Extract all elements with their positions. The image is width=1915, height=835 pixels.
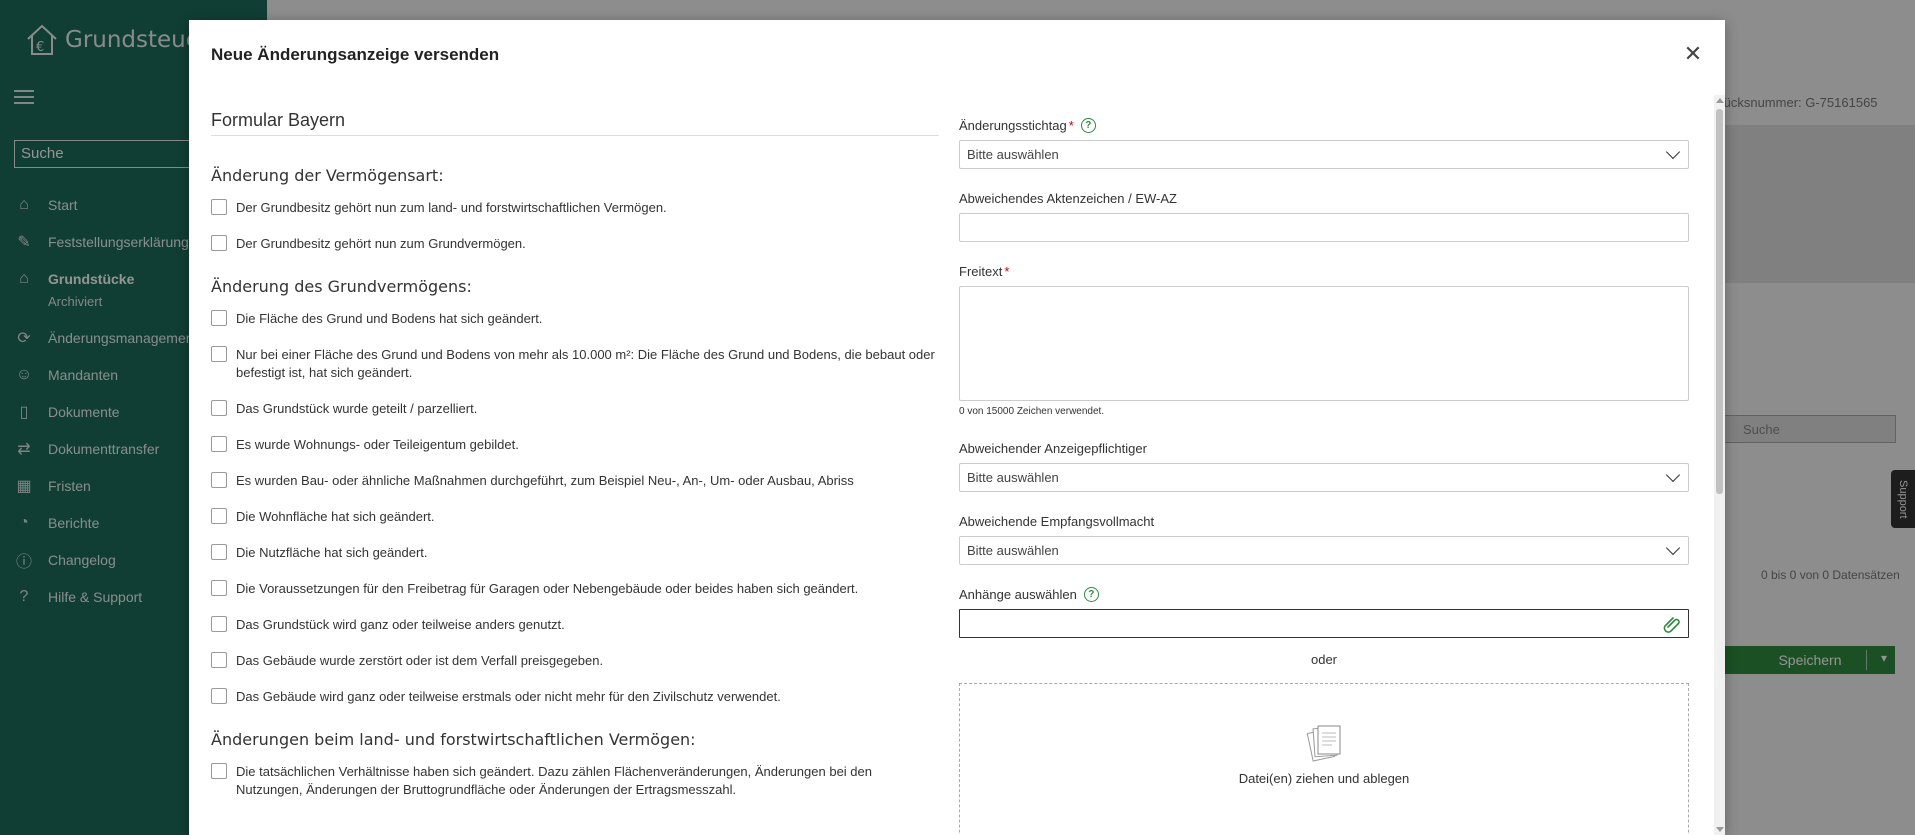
checkbox-item[interactable]: Das Grundstück wird ganz oder teilweise … xyxy=(211,616,939,634)
checkbox-item[interactable]: Die Voraussetzungen für den Freibetrag f… xyxy=(211,580,939,598)
vollmacht-label: Abweichende Empfangsvollmacht xyxy=(959,513,1155,529)
checkbox[interactable] xyxy=(211,763,227,779)
help-circle-icon[interactable]: ? xyxy=(1080,117,1096,133)
checkbox[interactable] xyxy=(211,346,227,362)
help-circle-icon[interactable]: ? xyxy=(1083,586,1099,602)
checkbox-item[interactable]: Es wurden Bau- oder ähnliche Maßnahmen d… xyxy=(211,472,939,490)
scroll-up-icon[interactable] xyxy=(1716,98,1724,103)
anzeigepflichtiger-label: Abweichender Anzeigepflichtiger xyxy=(959,440,1147,456)
checkbox[interactable] xyxy=(211,235,227,251)
checkbox[interactable] xyxy=(211,508,227,524)
checkbox-item[interactable]: Nur bei einer Fläche des Grund und Boden… xyxy=(211,346,939,382)
modal-title: Neue Änderungsanzeige versenden xyxy=(211,45,500,64)
checkbox[interactable] xyxy=(211,400,227,416)
checkbox[interactable] xyxy=(211,616,227,632)
scrollbar-thumb[interactable] xyxy=(1716,109,1723,494)
modal-scrollbar[interactable] xyxy=(1714,95,1725,835)
vollmacht-select[interactable]: Bitte auswählen xyxy=(959,536,1689,565)
checkbox-item[interactable]: Es wurde Wohnungs- oder Teileigentum geb… xyxy=(211,436,939,454)
checkbox-item[interactable]: Der Grundbesitz gehört nun zum Grundverm… xyxy=(211,235,939,253)
modal-header: Neue Änderungsanzeige versenden ✕ xyxy=(189,20,1725,90)
form-right-column: Änderungsstichtag *? Bitte auswählen Abwe… xyxy=(959,116,1689,835)
checkbox[interactable] xyxy=(211,652,227,668)
freitext-label: Freitext * xyxy=(959,263,1010,279)
char-counter: 0 von 15000 Zeichen verwendet. xyxy=(959,406,1105,417)
checkbox[interactable] xyxy=(211,544,227,560)
close-icon[interactable]: ✕ xyxy=(1681,41,1705,66)
checkbox-item[interactable]: Die Fläche des Grund und Bodens hat sich… xyxy=(211,310,939,328)
documents-icon xyxy=(1306,725,1341,762)
checkbox[interactable] xyxy=(211,199,227,215)
checkbox-item[interactable]: Der Grundbesitz gehört nun zum land- und… xyxy=(211,199,939,217)
checkbox[interactable] xyxy=(211,580,227,596)
form-left-column: Formular Bayern Änderung der Vermögensar… xyxy=(211,110,939,817)
scroll-down-icon[interactable] xyxy=(1716,827,1724,832)
checkbox[interactable] xyxy=(211,310,227,326)
checkbox-item[interactable]: Die Nutzfläche hat sich geändert. xyxy=(211,544,939,562)
section-heading: Änderung des Grundvermögens: xyxy=(211,277,472,296)
chevron-down-icon xyxy=(1665,467,1681,483)
freitext-textarea[interactable] xyxy=(959,286,1689,401)
oder-separator: oder xyxy=(1310,652,1338,667)
section-heading: Änderung der Vermögensart: xyxy=(211,166,444,185)
checkbox-item[interactable]: Das Gebäude wurde zerstört oder ist dem … xyxy=(211,652,939,670)
anzeigepflichtiger-select[interactable]: Bitte auswählen xyxy=(959,463,1689,492)
checkbox[interactable] xyxy=(211,688,227,704)
anhaenge-label: Anhänge auswählen? xyxy=(959,585,1689,603)
stichtag-select[interactable]: Bitte auswählen xyxy=(959,140,1689,169)
paperclip-icon[interactable] xyxy=(1662,614,1682,634)
checkbox[interactable] xyxy=(211,472,227,488)
file-dropzone[interactable]: Datei(en) ziehen und ablegen xyxy=(959,683,1689,835)
stichtag-label: Änderungsstichtag *? xyxy=(959,116,1689,134)
checkbox-item[interactable]: Das Grundstück wurde geteilt / parzellie… xyxy=(211,400,939,418)
section-heading: Änderungen beim land- und forstwirtschaf… xyxy=(211,730,696,749)
chevron-down-icon xyxy=(1665,144,1681,160)
form-title: Formular Bayern xyxy=(211,110,939,136)
chevron-down-icon xyxy=(1665,540,1681,556)
checkbox-item[interactable]: Das Gebäude wird ganz oder teilweise ers… xyxy=(211,688,939,706)
modal-dialog: Neue Änderungsanzeige versenden ✕ Formul… xyxy=(189,20,1725,835)
aktenzeichen-label: Abweichendes Aktenzeichen / EW-AZ xyxy=(959,190,1177,206)
dropzone-text: Datei(en) ziehen und ablegen xyxy=(1238,770,1410,786)
aktenzeichen-input[interactable] xyxy=(959,213,1689,242)
checkbox[interactable] xyxy=(211,436,227,452)
checkbox-item[interactable]: Die tatsächlichen Verhältnisse haben sic… xyxy=(211,763,939,799)
checkbox-item[interactable]: Die Wohnfläche hat sich geändert. xyxy=(211,508,939,526)
attachment-input[interactable] xyxy=(959,609,1689,638)
